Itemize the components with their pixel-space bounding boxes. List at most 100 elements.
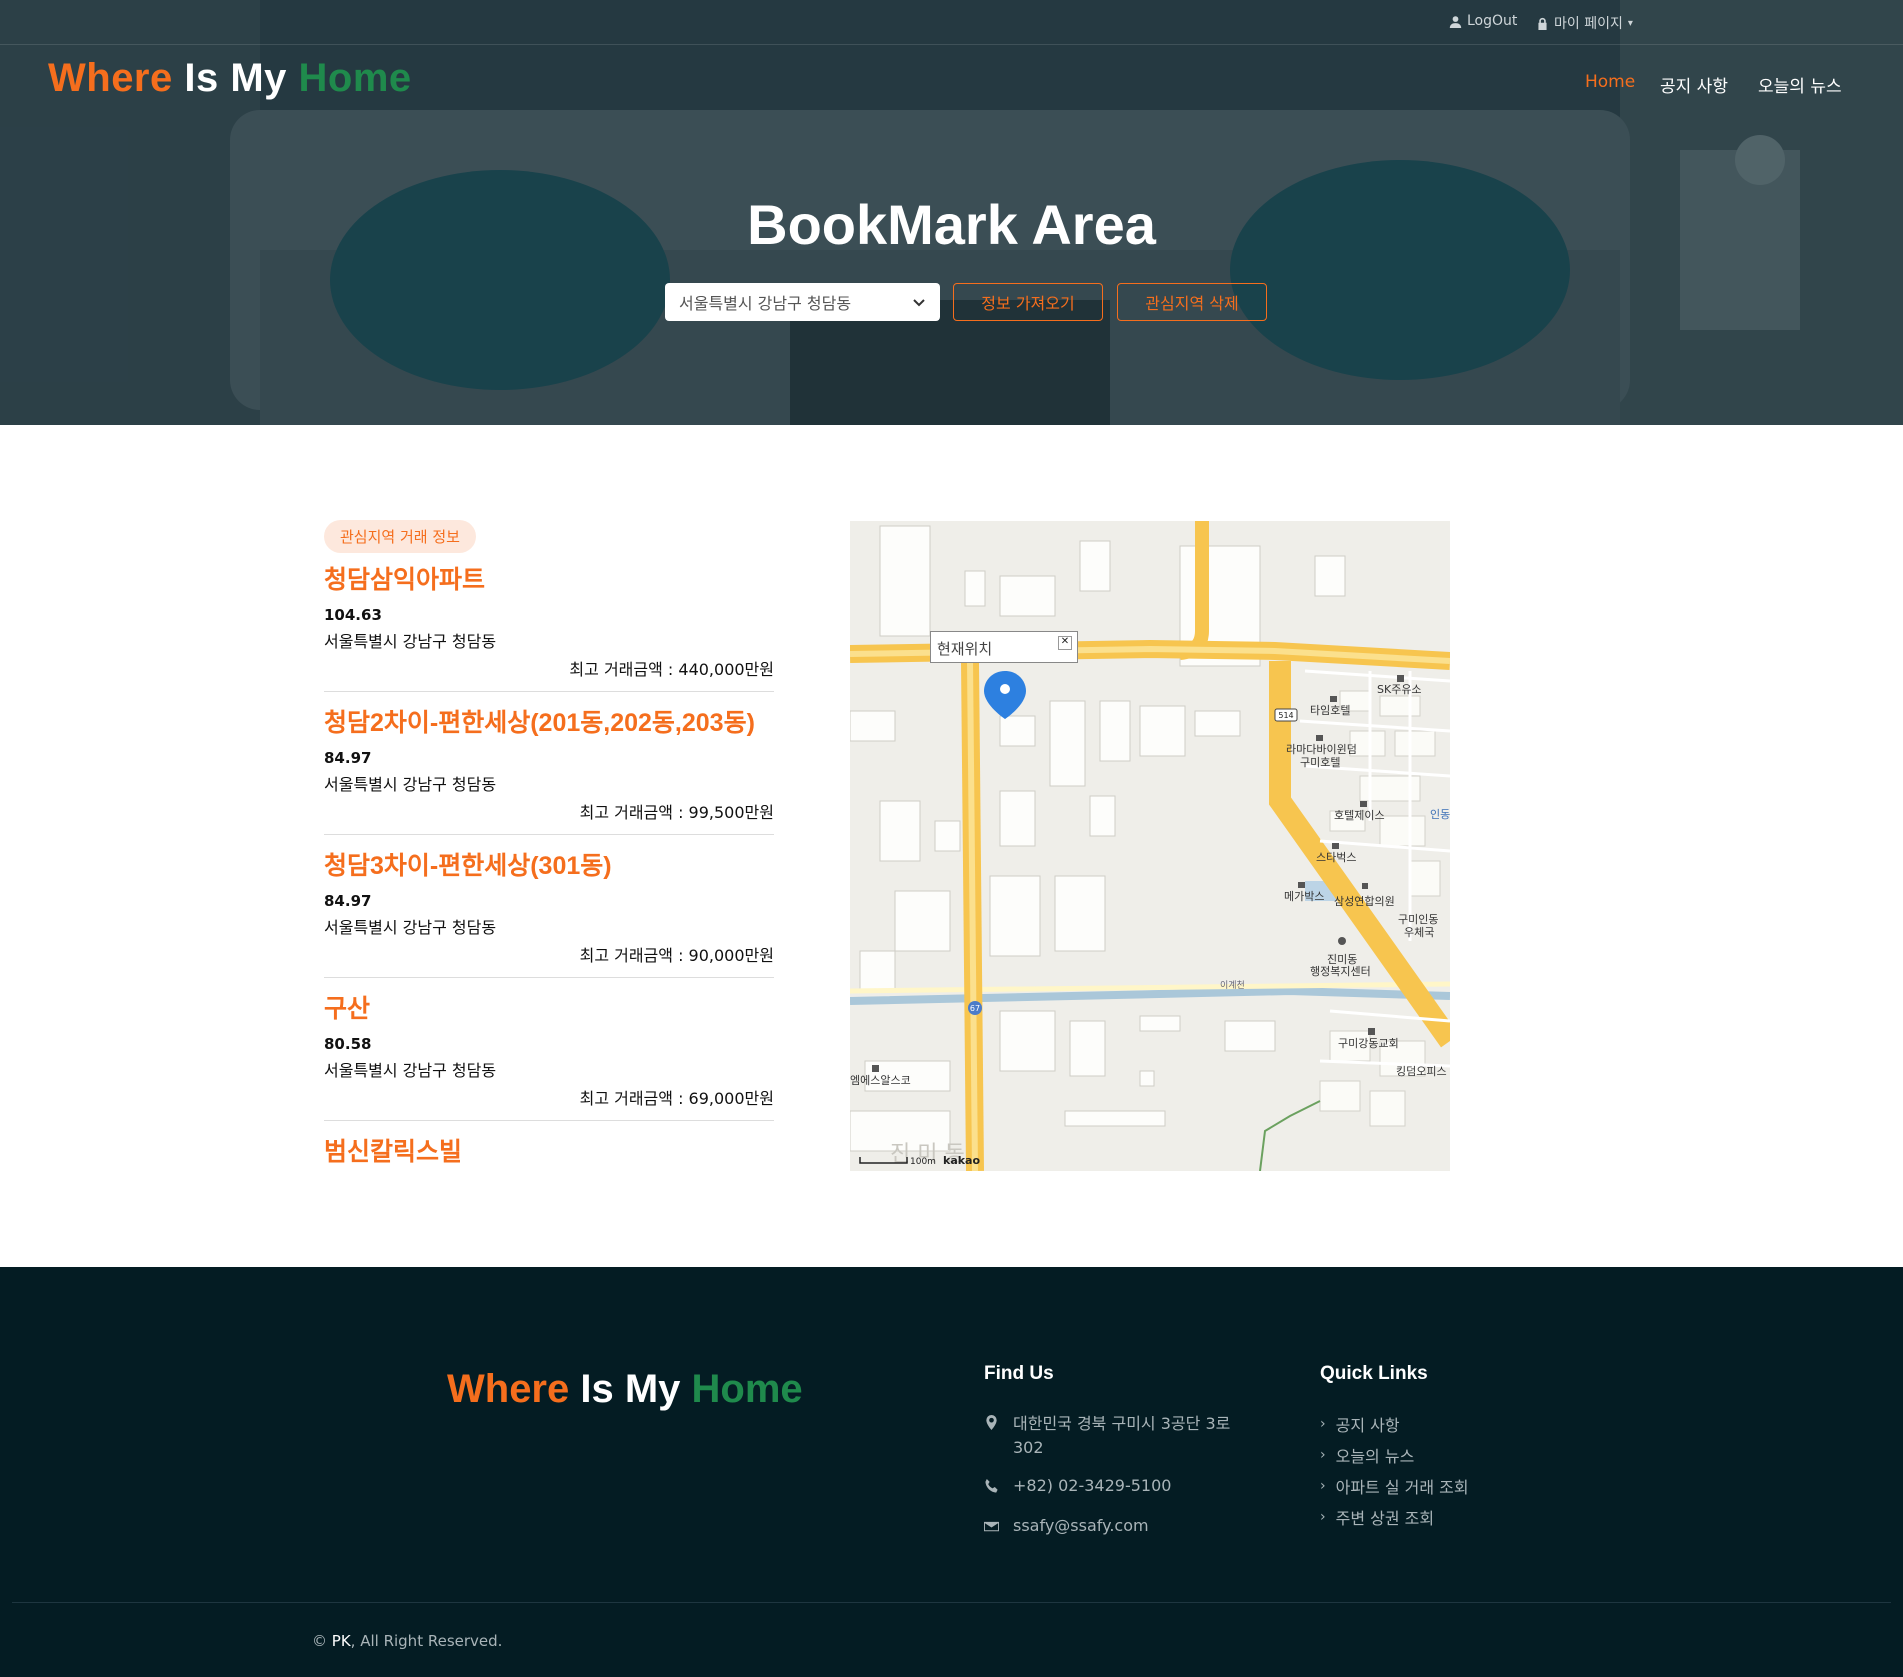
map-label-road-67: 67	[970, 1004, 980, 1013]
deal-area: 84.97	[324, 892, 372, 910]
map-label-tayim: 타임호텔	[1310, 704, 1350, 717]
map-canvas[interactable]: 514 67 SK주유소 타임호텔 라마다바이윈덤 구미호텔 호텔제이스 스타벅…	[850, 521, 1450, 1171]
map-label-post-2: 우체국	[1404, 926, 1434, 939]
quick-link-label: 주변 상권 조회	[1335, 1509, 1435, 1528]
deal-name[interactable]: 범신칼릭스빌	[324, 1132, 774, 1172]
chevron-right-icon: ›	[1320, 1447, 1326, 1463]
section-badge: 관심지역 거래 정보	[324, 520, 476, 553]
deal-item[interactable]: 구산 80.58 서울특별시 강남구 청담동 최고 거래금액 : 69,000만…	[324, 989, 774, 1121]
quick-link-label: 오늘의 뉴스	[1335, 1447, 1415, 1466]
footer-email[interactable]: ssafy@ssafy.com	[984, 1516, 1149, 1535]
brand-logo[interactable]: Where Is My Home	[48, 56, 412, 101]
chevron-down-icon	[913, 299, 925, 307]
mypage-label: 마이 페이지	[1554, 16, 1623, 32]
quick-links-heading: Quick Links	[1320, 1363, 1428, 1384]
footer-address-text: 대한민국 경북 구미시 3공단 3로 302	[1013, 1414, 1231, 1457]
footer-divider	[12, 1602, 1891, 1603]
logout-link[interactable]: LogOut	[1449, 13, 1517, 29]
map-label-sk: SK주유소	[1377, 683, 1422, 696]
deal-name[interactable]: 청담삼익아파트	[324, 560, 774, 600]
deal-name[interactable]: 청담2차이-편한세상(201동,202동,203동)	[324, 703, 774, 743]
nav-news[interactable]: 오늘의 뉴스	[1758, 72, 1842, 97]
lock-icon	[1538, 17, 1547, 30]
map-label-church: 구미강동교회	[1338, 1037, 1399, 1050]
deal-area: 84.97	[324, 749, 372, 767]
envelope-icon	[984, 1521, 999, 1532]
deal-address: 서울특별시 강남구 청담동	[324, 918, 497, 937]
deal-list[interactable]: 청담삼익아파트 104.63 서울특별시 강남구 청담동 최고 거래금액 : 4…	[324, 560, 774, 1175]
user-icon	[1449, 15, 1462, 28]
chevron-right-icon: ›	[1320, 1478, 1326, 1494]
footer-brand-word-where: Where	[447, 1367, 570, 1411]
map-label-post-1: 구미인동	[1398, 913, 1438, 926]
footer-brand-word-home: Home	[691, 1367, 803, 1411]
quick-link-label: 공지 사항	[1335, 1416, 1400, 1435]
footer-email-text: ssafy@ssafy.com	[1013, 1516, 1149, 1535]
deal-item[interactable]: 청담삼익아파트 104.63 서울특별시 강남구 청담동 최고 거래금액 : 4…	[324, 560, 774, 692]
fetch-info-button[interactable]: 정보 가져오기	[953, 283, 1103, 321]
deal-price: 최고 거래금액 : 440,000만원	[569, 660, 774, 679]
deal-area: 104.63	[324, 606, 382, 624]
footer-address: 대한민국 경북 구미시 3공단 3로 302	[984, 1412, 1254, 1460]
nav-notice[interactable]: 공지 사항	[1660, 72, 1728, 97]
delete-bookmark-button[interactable]: 관심지역 삭제	[1117, 283, 1267, 321]
chevron-right-icon: ›	[1320, 1416, 1326, 1432]
copyright-text: , All Right Reserved.	[350, 1632, 503, 1650]
map-infowindow-text: 현재위치	[937, 640, 993, 658]
page-title: BookMark Area	[747, 193, 1156, 256]
quick-link-notice[interactable]: › 공지 사항	[1320, 1412, 1400, 1436]
deal-address: 서울특별시 강남구 청담동	[324, 632, 497, 651]
map-marker-icon	[986, 1415, 997, 1430]
brand-word-is-my: Is My	[184, 56, 287, 100]
deal-price: 최고 거래금액 : 90,000만원	[579, 946, 774, 965]
map-label-samsung: 삼성연합의원	[1334, 895, 1395, 908]
map-label-ramada-2: 구미호텔	[1300, 756, 1340, 769]
top-bar: LogOut 마이 페이지 ▾	[0, 0, 1903, 45]
footer-brand-word-is-my: Is My	[580, 1367, 681, 1411]
deal-address: 서울특별시 강남구 청담동	[324, 1061, 497, 1080]
map-label-starbucks: 스타벅스	[1316, 851, 1356, 864]
map-scale-label: 100m	[910, 1157, 936, 1167]
map-label-stream: 이계천	[1220, 979, 1245, 991]
footer-phone-text: +82) 02-3429-5100	[1013, 1476, 1172, 1495]
mypage-dropdown[interactable]: 마이 페이지 ▾	[1536, 13, 1633, 33]
hero-section: LogOut 마이 페이지 ▾ Where Is My Home Home 공지…	[0, 0, 1903, 425]
deal-address: 서울특별시 강남구 청담동	[324, 775, 497, 794]
deal-item[interactable]: 범신칼릭스빌	[324, 1132, 774, 1175]
deal-price: 최고 거래금액 : 99,500만원	[579, 803, 774, 822]
map-label-hotelj: 호텔제이스	[1334, 809, 1385, 822]
chevron-right-icon: ›	[1320, 1509, 1326, 1525]
quick-link-news[interactable]: › 오늘의 뉴스	[1320, 1443, 1414, 1467]
map-label-ms: 엠에스알스코	[850, 1073, 911, 1087]
nav-home[interactable]: Home	[1585, 72, 1635, 92]
close-icon[interactable]: ✕	[1058, 636, 1072, 650]
quick-link-label: 아파트 실 거래 조회	[1335, 1478, 1469, 1497]
phone-icon	[985, 1479, 998, 1493]
footer: Where Is My Home Find Us 대한민국 경북 구미시 3공단…	[0, 1267, 1903, 1677]
footer-phone: +82) 02-3429-5100	[984, 1476, 1171, 1495]
deal-price: 최고 거래금액 : 69,000만원	[579, 1089, 774, 1108]
copyright: © PK, All Right Reserved.	[312, 1632, 503, 1650]
bookmark-area-select-value: 서울특별시 강남구 청담동	[679, 294, 852, 313]
footer-brand-logo[interactable]: Where Is My Home	[447, 1367, 803, 1412]
map-label-inner: 인동	[1430, 808, 1450, 821]
map-label-megabox: 메가박스	[1284, 890, 1324, 903]
map-label-jinmi-2: 행정복지센터	[1310, 965, 1371, 978]
map-label-ramada-1: 라마다바이윈덤	[1286, 742, 1357, 756]
logout-label: LogOut	[1467, 13, 1518, 29]
quick-link-apt-deals[interactable]: › 아파트 실 거래 조회	[1320, 1474, 1469, 1498]
deal-area: 80.58	[324, 1035, 372, 1053]
bookmark-area-select[interactable]: 서울특별시 강남구 청담동	[665, 283, 940, 321]
kakao-map[interactable]: 514 67 SK주유소 타임호텔 라마다바이윈덤 구미호텔 호텔제이스 스타벅…	[850, 521, 1450, 1171]
deal-item[interactable]: 청담2차이-편한세상(201동,202동,203동) 84.97 서울특별시 강…	[324, 703, 774, 835]
deal-item[interactable]: 청담3차이-편한세상(301동) 84.97 서울특별시 강남구 청담동 최고 …	[324, 846, 774, 978]
deal-name[interactable]: 청담3차이-편한세상(301동)	[324, 846, 774, 886]
copyright-owner[interactable]: PK	[332, 1632, 351, 1650]
quick-link-nearby-shops[interactable]: › 주변 상권 조회	[1320, 1505, 1434, 1529]
brand-word-home: Home	[298, 56, 412, 100]
deal-name[interactable]: 구산	[324, 989, 774, 1029]
brand-word-where: Where	[48, 56, 173, 100]
map-label-king: 킹덤오피스	[1396, 1065, 1447, 1078]
map-infowindow: 현재위치 ✕	[930, 631, 1078, 663]
map-label-road-514: 514	[1278, 711, 1293, 720]
